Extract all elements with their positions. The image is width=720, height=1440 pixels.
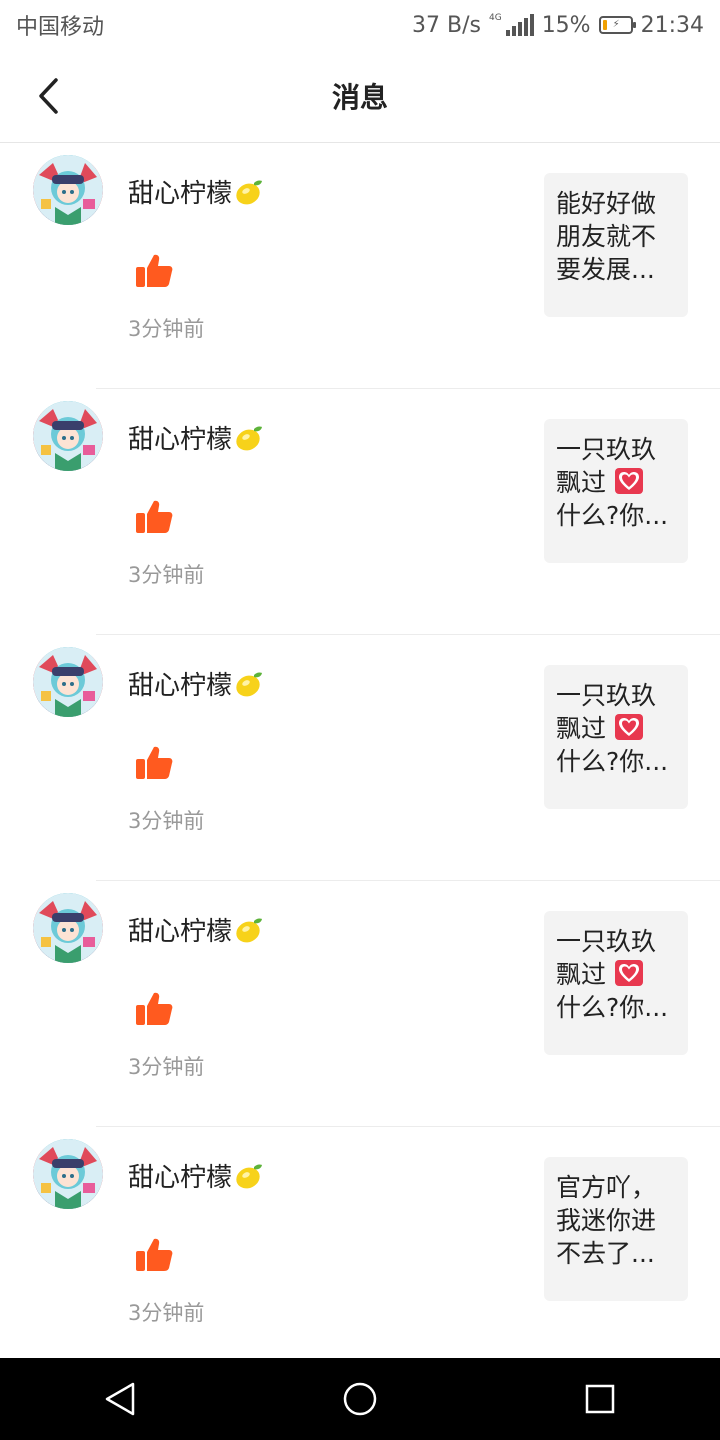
avatar-image [33,893,103,963]
username[interactable]: 甜心柠檬 [128,173,264,210]
nav-home-button[interactable] [330,1369,390,1429]
username-text: 甜心柠檬 [128,1163,233,1193]
avatar[interactable] [33,893,103,963]
status-bar: 中国移动 37 B/s 4G 15% ⚡ 21:34 [0,0,720,50]
preview-line-1: 一只玖玖 [556,681,657,710]
heart-emoji-icon [614,960,643,986]
avatar[interactable] [33,1139,103,1209]
nav-back-button[interactable] [90,1369,150,1429]
lemon-icon [236,180,263,204]
notification-list: 甜心柠檬 3分钟前 能好好做 朋友就不 要发展... 甜心柠檬 3分钟前 一只玖… [0,143,720,1373]
preview-line-1: 一只玖玖 [556,435,657,464]
username-text: 甜心柠檬 [128,179,233,209]
nav-recents-button[interactable] [570,1369,630,1429]
header: 消息 [0,50,720,143]
notification-item[interactable]: 甜心柠檬 3分钟前 一只玖玖 飘过 什么?你... [0,881,720,1127]
preview-line-3: 要发展... [556,255,655,284]
heart-emoji-icon [614,714,643,740]
status-right: 37 B/s 4G 15% ⚡ 21:34 [412,13,704,38]
page-title: 消息 [331,81,388,114]
notification-item[interactable]: 甜心柠檬 3分钟前 能好好做 朋友就不 要发展... [0,143,720,389]
lemon-icon [236,918,263,942]
preview-line-2: 飘过 [556,958,676,991]
username-text: 甜心柠檬 [128,425,233,455]
avatar-image [33,647,103,717]
avatar[interactable] [33,647,103,717]
post-preview[interactable]: 一只玖玖 飘过 什么?你... [544,665,688,809]
post-preview[interactable]: 官方吖， 我迷你进 不去了... [544,1157,688,1301]
preview-line-3: 什么?你... [556,747,669,776]
battery-level [602,20,607,30]
timestamp: 3分钟前 [128,317,205,341]
network-type: 4G [488,13,502,23]
thumbs-up-icon [136,1238,173,1271]
preview-line-2-text: 朋友就不 [556,222,657,251]
timestamp: 3分钟前 [128,1055,205,1079]
thumbs-up-icon [136,254,173,287]
preview-line-2-text: 飘过 [556,714,607,743]
preview-line-2: 朋友就不 [556,220,676,253]
lemon-icon [236,1164,263,1188]
thumbs-up-icon [136,992,173,1025]
username-text: 甜心柠檬 [128,917,233,947]
username[interactable]: 甜心柠檬 [128,911,264,948]
battery-icon: ⚡ [598,16,636,34]
notification-item[interactable]: 甜心柠檬 3分钟前 一只玖玖 飘过 什么?你... [0,635,720,881]
preview-line-3: 什么?你... [556,993,669,1022]
preview-line-2: 飘过 [556,712,676,745]
timestamp: 3分钟前 [128,563,205,587]
timestamp: 3分钟前 [128,809,205,833]
preview-line-1: 一只玖玖 [556,927,657,956]
username[interactable]: 甜心柠檬 [128,419,264,456]
avatar[interactable] [33,155,103,225]
preview-line-2: 我迷你进 [556,1204,676,1237]
square-recents-icon [585,1384,615,1414]
preview-line-1: 能好好做 [556,189,657,218]
preview-line-3: 什么?你... [556,501,669,530]
username[interactable]: 甜心柠檬 [128,665,264,702]
post-preview[interactable]: 一只玖玖 飘过 什么?你... [544,911,688,1055]
avatar-image [33,155,103,225]
circle-home-icon [343,1382,377,1416]
preview-line-2-text: 飘过 [556,468,607,497]
timestamp: 3分钟前 [128,1301,205,1325]
username-text: 甜心柠檬 [128,671,233,701]
net-speed: 37 B/s [412,12,481,38]
avatar[interactable] [33,401,103,471]
signal-icon: 4G [489,14,534,36]
lemon-icon [236,426,263,450]
notification-item[interactable]: 甜心柠檬 3分钟前 官方吖， 我迷你进 不去了... [0,1127,720,1373]
lemon-icon [236,672,263,696]
battery-percent: 15% [541,12,591,38]
preview-line-2-text: 我迷你进 [556,1206,657,1235]
post-preview[interactable]: 一只玖玖 飘过 什么?你... [544,419,688,563]
avatar-image [33,401,103,471]
notification-item[interactable]: 甜心柠檬 3分钟前 一只玖玖 飘过 什么?你... [0,389,720,635]
preview-line-2: 飘过 [556,466,676,499]
preview-line-1: 官方吖， [556,1173,657,1202]
carrier-label: 中国移动 [16,15,105,40]
system-nav-bar [0,1358,720,1440]
thumbs-up-icon [136,500,173,533]
heart-emoji-icon [614,468,643,494]
clock: 21:34 [640,12,704,38]
post-preview[interactable]: 能好好做 朋友就不 要发展... [544,173,688,317]
thumbs-up-icon [136,746,173,779]
avatar-image [33,1139,103,1209]
username[interactable]: 甜心柠檬 [128,1157,264,1194]
triangle-back-icon [105,1382,135,1416]
preview-line-2-text: 飘过 [556,960,607,989]
preview-line-3: 不去了... [556,1239,655,1268]
